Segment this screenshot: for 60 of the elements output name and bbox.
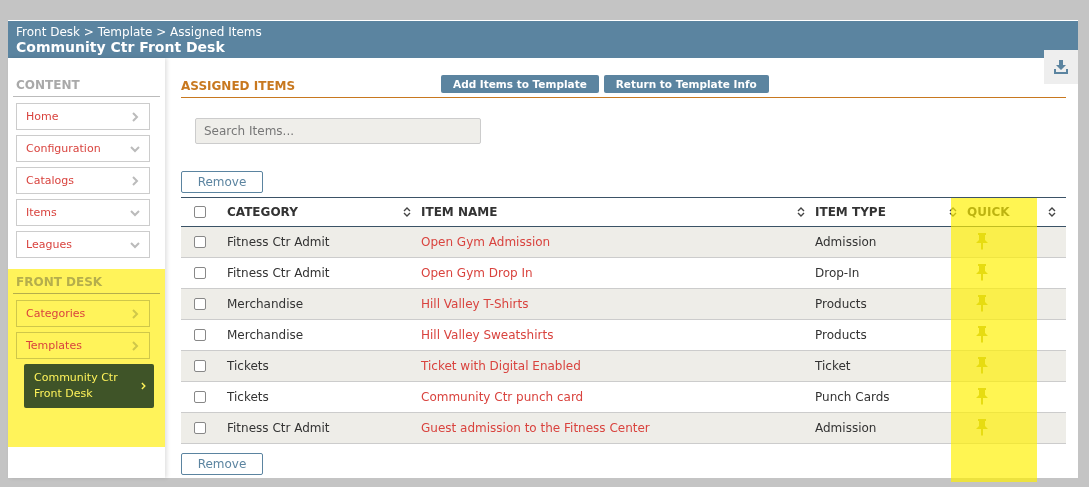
- checkbox[interactable]: [194, 329, 206, 341]
- table-cell-text: Fitness Ctr Admit: [227, 421, 331, 435]
- checkbox[interactable]: [194, 236, 206, 248]
- item-link[interactable]: Open Gym Admission: [421, 235, 551, 249]
- section-title: FRONT DESK: [13, 273, 160, 294]
- item-link[interactable]: Ticket with Digital Enabled: [421, 359, 581, 373]
- page-title: Community Ctr Front Desk: [16, 39, 226, 56]
- table-cell-text: Products: [815, 328, 868, 342]
- sidebar-item[interactable]: Catalogs: [16, 167, 150, 194]
- checkbox[interactable]: [194, 391, 206, 403]
- search-field[interactable]: Search Items...: [195, 118, 481, 144]
- column-header[interactable]: ITEM TYPE: [815, 205, 886, 219]
- checkbox[interactable]: [194, 422, 206, 434]
- chevron-right-icon: [129, 307, 141, 320]
- chevron-right-icon: [129, 339, 141, 352]
- remove-button[interactable]: Remove: [181, 453, 263, 475]
- sidebar-item[interactable]: Leagues: [16, 231, 150, 258]
- sidebar-item[interactable]: Configuration: [16, 135, 150, 162]
- sidebar-item[interactable]: Categories: [16, 300, 150, 327]
- breadcrumb: Front Desk > Template > Assigned Items: [16, 25, 263, 39]
- sort-icon[interactable]: [797, 206, 805, 218]
- table-cell-text: Ticket: [815, 359, 852, 373]
- table-cell-text: Merchandise: [227, 297, 305, 311]
- table-cell-text: Admission: [815, 421, 878, 435]
- table-cell-text: Admission: [815, 235, 878, 249]
- sidebar-item[interactable]: Items: [16, 199, 150, 226]
- sidebar-item[interactable]: Community Ctr Front Desk: [24, 364, 154, 408]
- checkbox[interactable]: [194, 298, 206, 310]
- chevron-right-icon: [129, 110, 141, 123]
- item-link[interactable]: Hill Valley Sweatshirts: [421, 328, 554, 342]
- item-link[interactable]: Open Gym Drop In: [421, 266, 533, 280]
- action-button[interactable]: Return to Template Info: [603, 75, 769, 93]
- sort-icon[interactable]: [403, 206, 411, 218]
- remove-button[interactable]: Remove: [181, 171, 263, 193]
- table-cell-text: Drop-In: [815, 266, 861, 280]
- column-header[interactable]: ITEM NAME: [421, 205, 498, 219]
- item-link[interactable]: Community Ctr punch card: [421, 390, 584, 404]
- chevron-right-icon: [129, 174, 141, 187]
- table-cell-text: Fitness Ctr Admit: [227, 235, 331, 249]
- checkbox[interactable]: [194, 267, 206, 279]
- chevron-right-icon: [139, 380, 148, 392]
- table-cell-text: Punch Cards: [815, 390, 891, 404]
- sidebar-item[interactable]: Home: [16, 103, 150, 130]
- table-cell-text: Tickets: [227, 359, 270, 373]
- table-cell-text: Products: [815, 297, 868, 311]
- sidebar-item[interactable]: Templates: [16, 332, 150, 359]
- download-button[interactable]: [1044, 50, 1078, 84]
- checkbox[interactable]: [194, 360, 206, 372]
- section-title: ASSIGNED ITEMS: [181, 79, 297, 93]
- item-link[interactable]: Guest admission to the Fitness Center: [421, 421, 650, 435]
- sort-icon[interactable]: [1048, 206, 1056, 218]
- download-icon: [1053, 59, 1069, 75]
- action-button[interactable]: Add Items to Template: [441, 75, 599, 93]
- table-cell-text: Merchandise: [227, 328, 305, 342]
- section-title: CONTENT: [13, 76, 160, 97]
- table-cell-text: Tickets: [227, 390, 270, 404]
- checkbox[interactable]: [194, 206, 206, 218]
- table-cell-text: Fitness Ctr Admit: [227, 266, 331, 280]
- item-link[interactable]: Hill Valley T-Shirts: [421, 297, 529, 311]
- column-header[interactable]: CATEGORY: [227, 205, 298, 219]
